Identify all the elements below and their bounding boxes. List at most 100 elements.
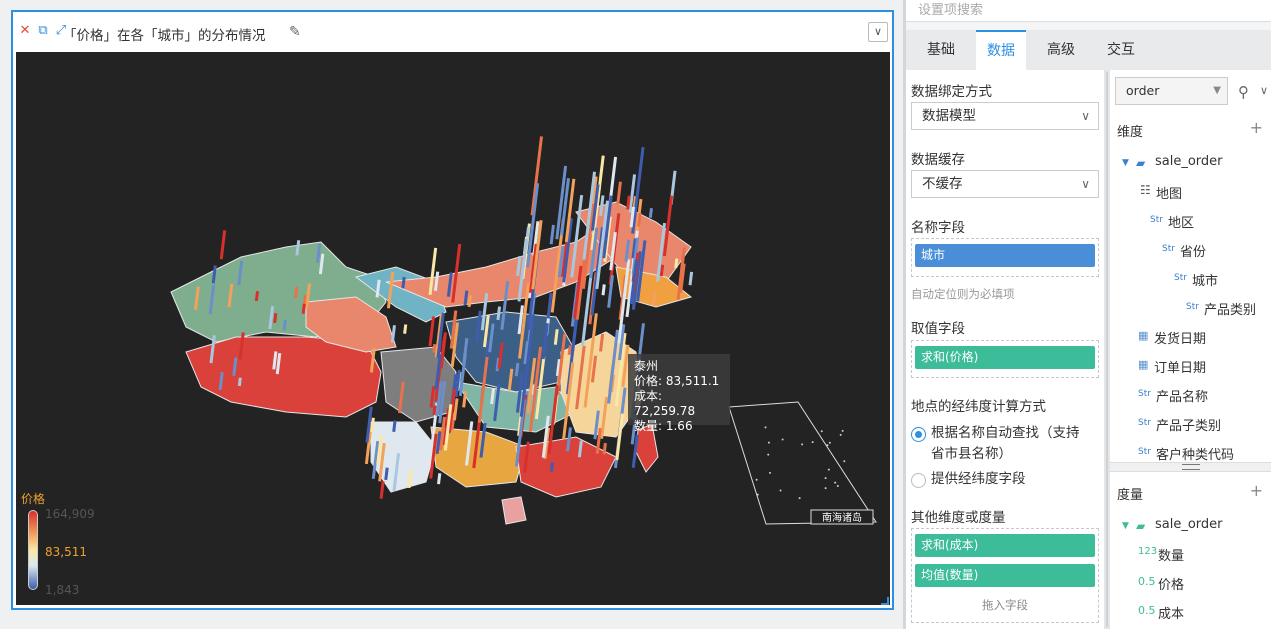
value-bar[interactable] [530, 136, 544, 216]
value-bar[interactable] [616, 181, 622, 205]
value-bar[interactable] [577, 440, 583, 458]
value-bar[interactable] [390, 325, 396, 343]
fields-splitter[interactable] [1110, 462, 1271, 472]
value-bar[interactable] [384, 467, 389, 481]
close-icon[interactable]: ✕ [18, 24, 32, 38]
value-bar[interactable] [392, 420, 397, 432]
value-bar[interactable] [428, 316, 435, 347]
value-bar[interactable] [463, 290, 469, 306]
dimension-item[interactable]: 城市 [1192, 270, 1218, 289]
value-bar[interactable] [295, 240, 301, 256]
value-bar[interactable] [219, 230, 227, 260]
dimension-item[interactable]: 地图 [1156, 183, 1182, 202]
value-bar[interactable] [490, 388, 495, 405]
value-bar[interactable] [454, 369, 461, 398]
measure-item[interactable]: 成本 [1158, 603, 1184, 622]
name-field-dropzone[interactable]: 城市 [911, 238, 1099, 277]
other-pill-cost[interactable]: 求和(成本) [915, 534, 1095, 557]
collapse-button[interactable]: ∨ [868, 22, 888, 42]
measure-folder[interactable]: sale_order [1155, 517, 1223, 532]
value-bar[interactable] [272, 351, 278, 370]
value-bar[interactable] [452, 398, 459, 421]
value-bar[interactable] [648, 208, 653, 218]
value-bar[interactable] [432, 343, 437, 353]
value-bar[interactable] [467, 295, 472, 308]
value-bar[interactable] [567, 345, 572, 356]
add-measure-icon[interactable]: + [1250, 481, 1263, 500]
value-bar[interactable] [514, 362, 520, 377]
dimension-item[interactable]: 产品类别 [1204, 299, 1256, 318]
value-bar[interactable] [651, 292, 657, 306]
value-bar[interactable] [553, 329, 559, 345]
legend-gradient[interactable] [28, 510, 38, 590]
value-bar[interactable] [218, 372, 224, 391]
map-canvas[interactable]: 南海诸岛 泰州 价格: 83,511.1 成本: 72,259.78 数量: 1… [16, 52, 890, 605]
value-bar[interactable] [688, 271, 694, 286]
other-pill-qty[interactable]: 均值(数量) [915, 564, 1095, 587]
value-bar[interactable] [254, 291, 259, 302]
color-legend[interactable]: 价格 164,909 83,511 1,843 [21, 490, 111, 600]
value-bar[interactable] [607, 275, 614, 308]
value-bar[interactable] [370, 417, 375, 433]
value-bar[interactable] [293, 286, 299, 299]
tab-data[interactable]: 数据 [976, 30, 1026, 70]
dimension-folder[interactable]: sale_order [1155, 154, 1223, 169]
measure-item[interactable]: 价格 [1158, 574, 1184, 593]
value-bar[interactable] [237, 377, 242, 387]
copy-icon[interactable]: ⧉ [36, 24, 50, 38]
resize-handle[interactable] [881, 597, 889, 605]
value-bar[interactable] [375, 279, 381, 298]
value-field-pill[interactable]: 求和(价格) [915, 346, 1095, 369]
value-bar[interactable] [403, 324, 408, 334]
expand-chevron-icon[interactable]: ▼ [1122, 521, 1129, 531]
value-bar[interactable] [544, 323, 549, 338]
value-field-dropzone[interactable]: 求和(价格) [911, 340, 1099, 378]
dimension-item[interactable]: 产品名称 [1156, 386, 1208, 405]
value-bar[interactable] [379, 481, 385, 499]
value-bar[interactable] [549, 224, 555, 245]
coord-auto-label[interactable]: 根据名称自动查找（支持 省市县名称） [931, 423, 1080, 465]
chevron-down-icon[interactable]: ∨ [1260, 84, 1268, 97]
add-dimension-icon[interactable]: + [1250, 118, 1263, 137]
value-bar[interactable] [637, 212, 642, 227]
dimension-item[interactable]: 客户种类代码 [1156, 444, 1234, 463]
settings-search-input[interactable] [918, 0, 1258, 20]
value-bar[interactable] [626, 195, 631, 210]
measure-item[interactable]: 数量 [1158, 545, 1184, 564]
value-bar[interactable] [602, 442, 607, 455]
coord-field-radio[interactable] [911, 473, 926, 488]
value-bar[interactable] [674, 258, 679, 269]
dimension-item[interactable]: 地区 [1168, 212, 1194, 231]
dimension-item[interactable]: 发货日期 [1154, 328, 1206, 347]
other-dropzone[interactable]: 求和(成本) 均值(数量) 拖入字段 [911, 528, 1099, 623]
binding-select[interactable]: 数据模型 ∨ [911, 102, 1099, 130]
search-icon[interactable]: ⚲ [1238, 83, 1249, 101]
value-bar[interactable] [601, 284, 606, 296]
value-bar[interactable] [496, 306, 502, 321]
china-map[interactable]: 南海诸岛 [16, 52, 890, 605]
model-select[interactable]: order ▼ [1115, 77, 1228, 105]
tab-interaction[interactable]: 交互 [1096, 30, 1146, 70]
value-bar[interactable] [301, 303, 306, 314]
value-bar[interactable] [432, 405, 437, 415]
expand-chevron-icon[interactable]: ▼ [1122, 158, 1129, 168]
value-bar[interactable] [211, 265, 217, 284]
dimension-item[interactable]: 订单日期 [1154, 357, 1206, 376]
value-bar[interactable] [599, 333, 605, 352]
coord-auto-radio[interactable] [911, 427, 926, 442]
value-bar[interactable] [462, 391, 468, 408]
tab-advanced[interactable]: 高级 [1036, 30, 1086, 70]
value-bar[interactable] [401, 276, 406, 289]
tab-basic[interactable]: 基础 [916, 30, 966, 70]
value-bar[interactable] [282, 319, 287, 331]
name-field-pill[interactable]: 城市 [915, 244, 1095, 267]
value-bar[interactable] [437, 473, 442, 485]
value-bar[interactable] [549, 462, 554, 472]
value-bar[interactable] [273, 312, 278, 324]
edit-icon[interactable]: ✎ [289, 24, 301, 40]
cache-select[interactable]: 不缓存 ∨ [911, 170, 1099, 198]
dimension-item[interactable]: 产品子类别 [1156, 415, 1221, 434]
coord-field-label[interactable]: 提供经纬度字段 [931, 469, 1026, 490]
value-bar[interactable] [659, 264, 665, 277]
dimension-item[interactable]: 省份 [1180, 241, 1206, 260]
